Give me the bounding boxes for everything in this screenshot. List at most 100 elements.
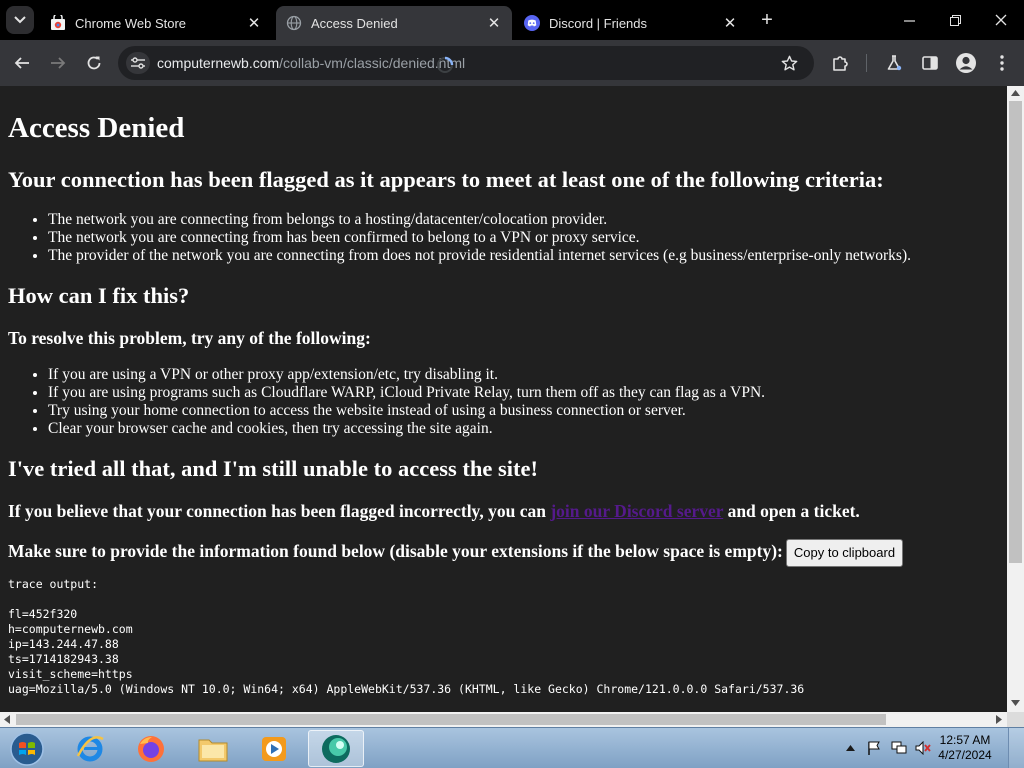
horizontal-scrollbar[interactable] [0,712,1007,727]
action-center-flag-icon[interactable] [866,740,882,756]
windows-start-orb-icon [10,731,44,766]
restore-icon [949,14,961,26]
list-item: The network you are connecting from belo… [48,211,999,229]
volume-muted-icon[interactable] [915,740,931,756]
scroll-up-arrow-icon[interactable] [1011,90,1020,96]
show-hidden-icons-icon[interactable] [846,745,855,751]
close-icon[interactable]: ✕ [246,15,262,32]
close-icon [995,14,1007,26]
show-desktop-button[interactable] [1008,728,1024,768]
back-button[interactable] [8,49,36,77]
network-icon[interactable] [891,740,907,756]
list-item: Clear your browser cache and cookies, th… [48,420,999,438]
criteria-list: The network you are connecting from belo… [48,211,999,265]
forward-arrow-icon [51,57,66,69]
tune-icon [131,57,145,69]
new-tab-button[interactable]: + [756,10,778,32]
back-arrow-icon [14,57,29,69]
address-bar[interactable]: computernewb.com/collab-vm/classic/denie… [118,46,814,80]
menu-button[interactable] [988,49,1016,77]
avatar-icon [956,53,976,73]
app-orb-icon [322,734,350,763]
taskbar-internet-explorer[interactable] [62,730,118,767]
discord-link[interactable]: join our Discord server [550,501,723,521]
trace-line: fl=452f320 [8,607,78,621]
page-body: Access Denied Your connection has been f… [0,86,1007,705]
tried-heading: I've tried all that, and I'm still unabl… [8,456,538,481]
extensions-button[interactable] [826,49,854,77]
firefox-icon [138,735,164,762]
close-icon[interactable]: ✕ [722,15,738,32]
list-item: The network you are connecting from has … [48,229,999,247]
forward-button[interactable] [44,49,72,77]
scroll-down-arrow-icon[interactable] [1011,700,1020,706]
criteria-heading: Your connection has been flagged as it a… [8,167,884,192]
close-icon[interactable]: ✕ [486,15,502,32]
chrome-web-store-icon [51,15,65,30]
labs-button[interactable] [880,49,908,77]
scroll-right-arrow-icon[interactable] [996,715,1002,724]
trace-line: ip=143.244.47.88 [8,637,119,651]
fix-list: If you are using a VPN or other proxy ap… [48,366,999,438]
flag-icon [868,741,880,755]
tab-strip: Chrome Web Store ✕ Access Denied ✕ Disco… [0,0,1024,40]
start-button[interactable] [0,730,54,767]
page-viewport: Access Denied Your connection has been f… [0,86,1007,712]
clock-time: 12:57 AM [939,733,991,747]
tab-access-denied[interactable]: Access Denied ✕ [276,6,512,40]
puzzle-piece-icon [833,56,848,71]
side-panel-icon [922,56,938,70]
list-item: The provider of the network you are conn… [48,247,999,265]
bookmark-button[interactable] [778,52,800,74]
trace-label: trace output: [8,577,99,591]
media-player-icon [262,736,286,761]
scrollbar-corner [1007,712,1024,727]
copy-to-clipboard-button[interactable]: Copy to clipboard [785,539,904,567]
taskbar-chrome-app[interactable] [308,730,364,767]
discord-icon [524,15,540,31]
vertical-scroll-thumb[interactable] [1009,101,1022,563]
clock-date: 4/27/2024 [938,748,992,762]
system-clock[interactable]: 12:57 AM 4/27/2024 [935,733,995,763]
more-vert-icon [1000,55,1004,71]
flagged-incorrectly-text: If you believe that your connection has … [8,500,999,522]
speaker-muted-icon [915,741,931,755]
network-monitor-icon [891,741,907,754]
close-window-button[interactable] [978,0,1024,40]
restore-button[interactable] [932,0,978,40]
tab-search-button[interactable] [6,6,34,34]
tab-discord-friends[interactable]: Discord | Friends ✕ [514,6,748,40]
minimize-button[interactable] [886,0,932,40]
taskbar-firefox[interactable] [123,730,179,767]
tab-chrome-web-store[interactable]: Chrome Web Store ✕ [40,6,272,40]
url-domain: computernewb.com [157,55,280,71]
fix-heading: How can I fix this? [8,283,190,308]
horizontal-scroll-thumb[interactable] [16,714,886,725]
trace-output[interactable]: trace output: fl=452f320 h=computernewb.c… [8,577,999,697]
chevron-down-icon [14,16,26,24]
browser-toolbar: computernewb.com/collab-vm/classic/denie… [0,40,1024,86]
internet-explorer-icon [76,735,104,761]
scroll-left-arrow-icon[interactable] [4,715,10,724]
believe-text: If you believe that your connection has … [8,501,551,521]
tab-title: Discord | Friends [549,15,648,31]
vertical-scrollbar[interactable] [1007,86,1024,712]
globe-icon [286,15,302,31]
list-item: Try using your home connection to access… [48,402,999,420]
reload-button[interactable] [80,49,108,77]
list-item: If you are using a VPN or other proxy ap… [48,366,999,384]
provide-text: Make sure to provide the information fou… [8,541,783,562]
star-icon [781,55,797,70]
taskbar-file-explorer[interactable] [185,730,241,767]
provide-info-text: Make sure to provide the information fou… [8,539,999,567]
trace-line: uag=Mozilla/5.0 (Windows NT 10.0; Win64;… [8,682,805,696]
trace-line: visit_scheme=https [8,667,133,681]
flask-icon [887,55,902,71]
profile-button[interactable] [952,49,980,77]
url-text[interactable]: computernewb.com/collab-vm/classic/denie… [157,55,465,71]
reload-icon [87,56,101,70]
open-ticket-text: and open a ticket. [723,501,860,521]
taskbar-media-player[interactable] [246,730,302,767]
site-info-button[interactable] [126,52,150,74]
side-panel-button[interactable] [916,49,944,77]
